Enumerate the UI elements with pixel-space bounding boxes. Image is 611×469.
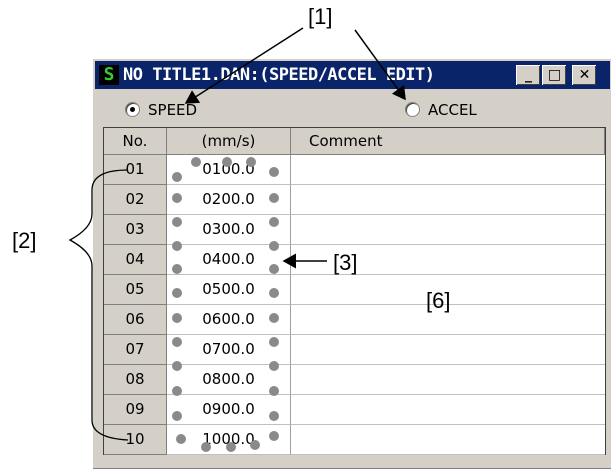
callout-1-arrow-to-speed <box>184 27 304 104</box>
annotation-overlay <box>68 27 406 452</box>
row-number-brace <box>68 169 129 441</box>
callout-3-label: [3] <box>333 250 358 275</box>
callout-6-label: [6] <box>426 288 451 313</box>
speed-column-dotted-highlight <box>172 157 279 452</box>
callout-1-arrow-to-accel <box>354 29 406 101</box>
